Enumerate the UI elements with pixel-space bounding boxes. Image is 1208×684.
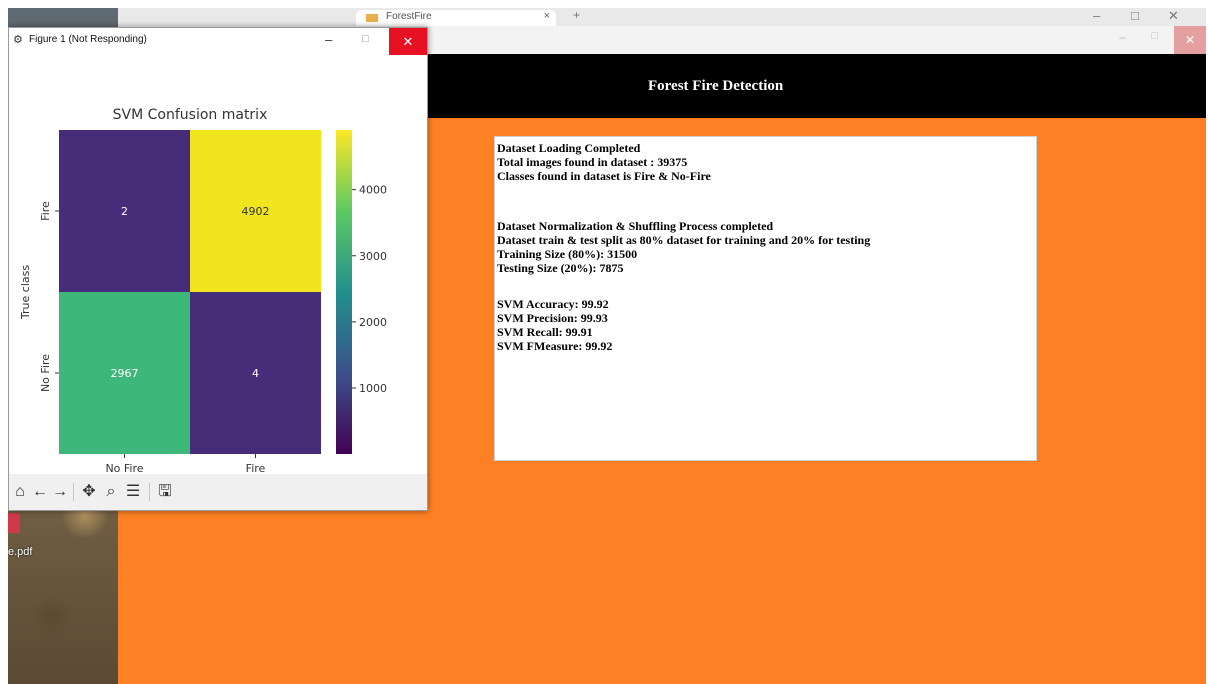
- x-tick-label: No Fire: [105, 462, 143, 474]
- screen: e.pdf ForestFire × + – □ ✕ – □ ✕ Forest …: [8, 8, 1206, 684]
- figure-title: Figure 1 (Not Responding): [29, 34, 147, 45]
- output-line: SVM Accuracy: 99.92: [497, 297, 609, 311]
- back-arrow-icon[interactable]: ←: [31, 482, 49, 502]
- pan-icon[interactable]: ✥: [79, 482, 99, 502]
- desktop-file-label[interactable]: e.pdf: [8, 546, 32, 558]
- browser-close-button[interactable]: ✕: [1168, 8, 1179, 24]
- app-close-button[interactable]: ✕: [1174, 26, 1206, 54]
- save-icon[interactable]: 🖫: [155, 482, 175, 502]
- pdf-file-icon[interactable]: [8, 513, 20, 533]
- chart-title: SVM Confusion matrix: [113, 107, 268, 123]
- confusion-matrix-chart: SVM Confusion matrix 2 4902 2967 4 Fire No Fir…: [19, 107, 387, 474]
- app-maximize-button[interactable]: □: [1151, 30, 1158, 42]
- zoom-icon[interactable]: ⌕: [101, 482, 121, 502]
- output-text-area[interactable]: Dataset Loading Completed Total images f…: [494, 136, 1037, 461]
- cell-value-label: 4902: [242, 205, 270, 218]
- configure-subplots-icon[interactable]: ☰: [123, 482, 143, 502]
- tab-title: ForestFire: [386, 11, 432, 22]
- browser-tab-bar: ForestFire × + – □ ✕: [118, 8, 1206, 26]
- y-tick-label: No Fire: [39, 354, 52, 392]
- browser-maximize-button[interactable]: □: [1131, 8, 1139, 23]
- output-line: Training Size (80%): 31500: [497, 247, 638, 261]
- new-tab-button[interactable]: +: [573, 8, 580, 22]
- output-line: SVM FMeasure: 99.92: [497, 339, 613, 353]
- output-line: SVM Recall: 99.91: [497, 325, 593, 339]
- figure-titlebar[interactable]: ⚙ Figure 1 (Not Responding) – □ ✕: [9, 28, 427, 55]
- figure-maximize-button[interactable]: □: [362, 33, 369, 45]
- colorbar: [336, 130, 352, 454]
- cell-value-label: 4: [252, 367, 259, 380]
- figure-window[interactable]: ⚙ Figure 1 (Not Responding) – □ ✕ SVM Co…: [8, 27, 428, 511]
- output-line: Classes found in dataset is Fire & No-Fi…: [497, 169, 711, 183]
- browser-tab[interactable]: ForestFire ×: [356, 10, 556, 26]
- tab-close-icon[interactable]: ×: [544, 10, 550, 22]
- browser-minimize-button[interactable]: –: [1093, 8, 1100, 23]
- y-axis-label: True class: [19, 265, 32, 320]
- app-title: Forest Fire Detection: [648, 78, 784, 94]
- python-icon: ⚙: [13, 34, 23, 46]
- toolbar-divider: [73, 483, 74, 501]
- folder-icon: [366, 14, 378, 22]
- colorbar-tick-label: 1000: [359, 382, 387, 395]
- home-icon[interactable]: ⌂: [11, 482, 29, 502]
- colorbar-tick-label: 2000: [359, 316, 387, 329]
- output-line: Dataset train & test split as 80% datase…: [497, 233, 871, 247]
- cell-value-label: 2: [121, 205, 128, 218]
- y-tick-label: Fire: [39, 201, 52, 221]
- figure-close-button[interactable]: ✕: [389, 28, 427, 55]
- output-line: Total images found in dataset : 39375: [497, 155, 688, 169]
- cell-value-label: 2967: [111, 367, 139, 380]
- output-line: Testing Size (20%): 7875: [497, 261, 624, 275]
- forward-arrow-icon[interactable]: →: [51, 482, 69, 502]
- toolbar-divider: [149, 483, 150, 501]
- figure-minimize-button[interactable]: –: [325, 32, 332, 47]
- output-line: Dataset Loading Completed: [497, 141, 641, 155]
- colorbar-tick-label: 4000: [359, 184, 387, 197]
- output-line: SVM Precision: 99.93: [497, 311, 608, 325]
- app-minimize-button[interactable]: –: [1119, 30, 1126, 44]
- output-line: Dataset Normalization & Shuffling Proces…: [497, 219, 774, 233]
- colorbar-tick-label: 3000: [359, 250, 387, 263]
- x-tick-label: Fire: [246, 462, 266, 474]
- figure-toolbar: ⌂ ← → ✥ ⌕ ☰ 🖫: [9, 474, 427, 510]
